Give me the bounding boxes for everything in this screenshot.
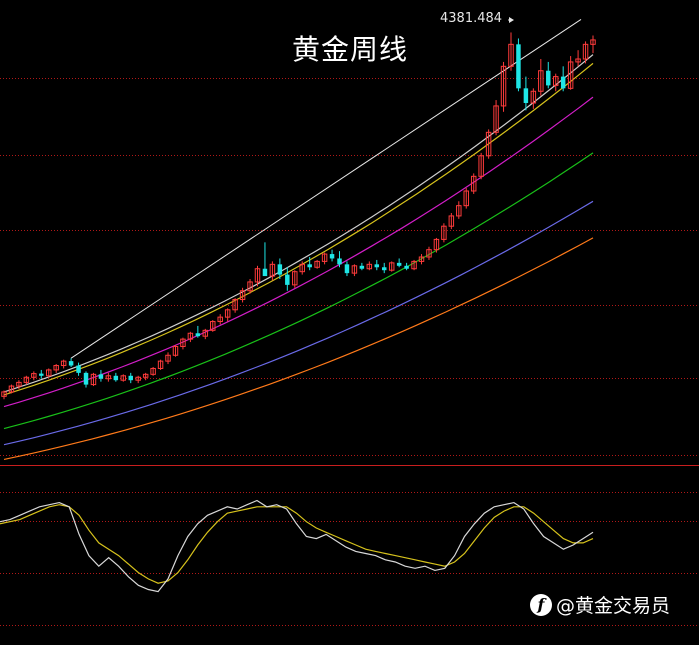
candle-body [68,361,74,366]
candle-body [76,365,81,373]
candle-body [516,44,521,89]
candle-body [307,264,312,268]
chart-title: 黄金周线 [292,33,409,66]
candle-body [128,375,133,381]
candle-body [98,374,104,379]
candle-body [396,262,402,266]
ma-line [3,237,594,460]
candle-body [560,76,566,89]
candle-body [404,265,409,269]
peak-arrow-head [508,17,514,23]
candle-body [344,264,350,274]
ma-line [3,62,594,396]
ma-line [3,54,594,393]
candle-body [195,333,201,337]
watermark-text: @黄金交易员 [556,595,671,617]
candle-body [337,258,342,265]
oscillator-d-line [0,504,594,584]
watermark: f @黄金交易员 [530,591,670,618]
trend-line [70,18,582,359]
candle-body [277,264,283,275]
oscillator-k-line [0,499,594,593]
candle-body [285,274,290,285]
candle-body [329,254,335,259]
candle-body [382,267,387,271]
weekly-gold-chart [0,17,699,626]
candle-body [39,373,44,376]
brand-logo-icon: f [530,593,552,616]
candle-body [359,265,365,269]
ma-line [3,152,594,430]
candle-body [523,88,529,103]
candle-body [546,70,551,86]
candle-body [262,268,268,277]
candle-body [113,375,119,381]
peak-price-label: 4381.484 [440,11,503,26]
candle-body [83,372,89,385]
candle-body [374,264,380,268]
ma-line [3,200,594,446]
